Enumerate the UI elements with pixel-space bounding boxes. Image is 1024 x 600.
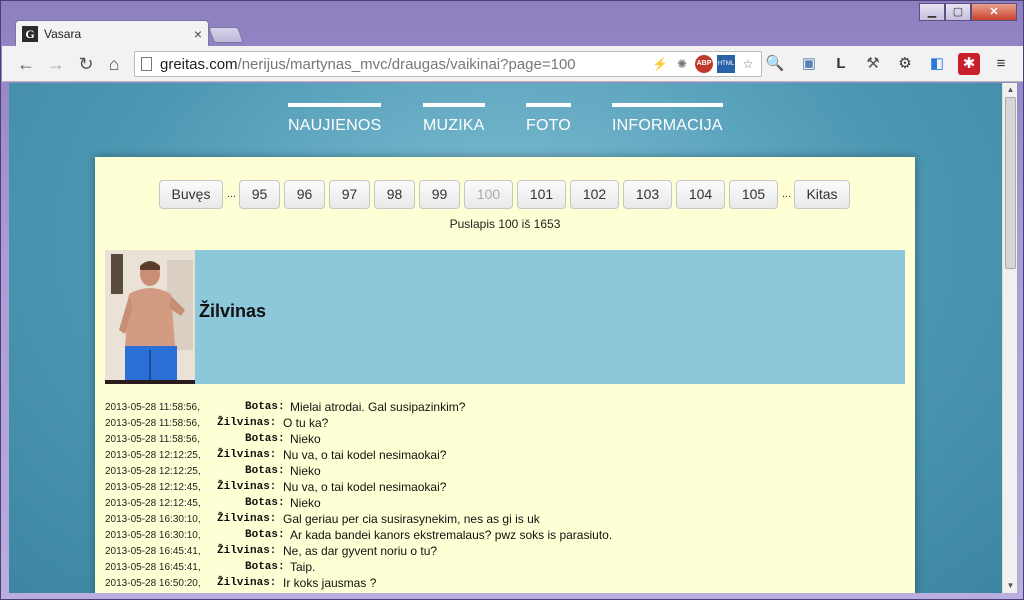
next-page-button[interactable]: Kitas: [794, 180, 850, 209]
address-bar[interactable]: greitas.com/nerijus/martynas_mvc/draugas…: [134, 51, 762, 77]
page-button-104[interactable]: 104: [676, 180, 725, 209]
chat-line: 2013-05-28 16:45:41, Botas: Taip.: [105, 560, 316, 574]
chat-line: 2013-05-28 12:12:45, Botas: Nieko: [105, 496, 321, 510]
reload-icon[interactable]: ↻: [72, 50, 100, 78]
blue-extension-icon[interactable]: ◧: [926, 53, 948, 75]
site-nav: NAUJIENOS MUZIKA FOTO INFORMACIJA: [9, 103, 1002, 143]
chat-line: 2013-05-28 12:12:45, Žilvinas: Nu va, o ta…: [105, 480, 447, 494]
chat-line: 2013-05-28 11:58:56, Botas: Mielai atrodai…: [105, 400, 466, 414]
url-path: /nerijus/martynas_mvc/draugas/vaikinai?p…: [237, 55, 576, 73]
chat-line: 2013-05-28 16:30:10, Botas: Ar kada bandei…: [105, 528, 613, 542]
browser-toolbar: ← → ↻ ⌂ greitas.com/nerijus/martynas_mvc…: [2, 46, 1023, 82]
profile-photo[interactable]: [105, 250, 195, 384]
html-validator-icon[interactable]: HTML: [717, 55, 735, 73]
page-button-96[interactable]: 96: [284, 180, 325, 209]
pager-ellipsis: ...: [227, 188, 237, 200]
profile-card: Žilvinas: [105, 250, 905, 384]
minimize-button[interactable]: ▁: [919, 3, 945, 21]
red-extension-icon[interactable]: ✱: [958, 53, 980, 75]
chat-line: 2013-05-28 16:45:41, Žilvinas: Ne, as dar …: [105, 544, 438, 558]
nav-muzika[interactable]: MUZIKA: [423, 103, 485, 135]
page-button-102[interactable]: 102: [570, 180, 619, 209]
new-tab-button[interactable]: [208, 27, 244, 43]
profile-photo-image: [105, 250, 195, 384]
bookmark-star-icon[interactable]: ☆: [739, 55, 757, 73]
nav-naujienos[interactable]: NAUJIENOS: [288, 103, 382, 135]
nav-foto[interactable]: FOTO: [526, 103, 571, 135]
scroll-up-icon[interactable]: ▲: [1003, 83, 1018, 97]
adblock-icon[interactable]: ABP: [695, 55, 713, 73]
page-button-103[interactable]: 103: [623, 180, 672, 209]
page-button-98[interactable]: 98: [374, 180, 415, 209]
page-button-99[interactable]: 99: [419, 180, 460, 209]
window-extension-icon[interactable]: ▣: [798, 53, 820, 75]
content-panel: Buvęs ... 95 96 97 98 99 100 101 102 103…: [95, 157, 915, 593]
chat-line: 2013-05-28 16:30:10, Žilvinas: Gal geriau …: [105, 512, 540, 526]
close-window-button[interactable]: ✕: [971, 3, 1017, 21]
page-icon: [141, 57, 152, 71]
menu-hamburger-icon[interactable]: ≡: [990, 53, 1012, 75]
pager-ellipsis-right: ...: [782, 188, 792, 200]
page-button-95[interactable]: 95: [239, 180, 280, 209]
chat-line: 2013-05-28 16:50:20, Žilvinas: Ir koks jau…: [105, 576, 377, 590]
back-arrow-icon[interactable]: ←: [12, 50, 40, 78]
page-button-97[interactable]: 97: [329, 180, 370, 209]
maximize-button[interactable]: ▢: [945, 3, 971, 21]
chat-line: 2013-05-28 11:58:56, Žilvinas: O tu ka?: [105, 416, 329, 430]
l-extension-icon[interactable]: L: [830, 53, 852, 75]
forward-arrow-icon[interactable]: →: [42, 50, 70, 78]
chat-line: 2013-05-28 12:12:25, Botas: Nieko: [105, 464, 321, 478]
tab-close-icon[interactable]: ×: [194, 26, 202, 42]
chat-log: 2013-05-28 11:58:56, Botas: Mielai atrodai…: [105, 400, 905, 592]
nav-informacija[interactable]: INFORMACIJA: [612, 103, 723, 135]
home-icon[interactable]: ⌂: [100, 50, 128, 78]
vertical-scrollbar[interactable]: ▲ ▼: [1002, 83, 1017, 593]
page-button-101[interactable]: 101: [517, 180, 566, 209]
magnifier-extension-icon[interactable]: 🔍: [764, 53, 786, 75]
chat-line: 2013-05-28 11:58:56, Botas: Nieko: [105, 432, 321, 446]
page-button-105[interactable]: 105: [729, 180, 778, 209]
browser-window: ▁ ▢ ✕ G Vasara × ← → ↻ ⌂ greitas.com/ner…: [0, 0, 1024, 600]
scroll-thumb[interactable]: [1005, 97, 1016, 269]
browser-tab[interactable]: G Vasara ×: [15, 20, 209, 46]
prev-page-button[interactable]: Buvęs: [159, 180, 223, 209]
profile-name: Žilvinas: [199, 301, 267, 321]
site-favicon-icon: G: [22, 25, 38, 42]
page-info: Puslapis 100 iš 1653: [449, 217, 561, 231]
scroll-down-icon[interactable]: ▼: [1003, 579, 1018, 593]
page-viewport: NAUJIENOS MUZIKA FOTO INFORMACIJA Buvęs …: [9, 83, 1002, 593]
settings-gear-icon[interactable]: ⚙: [894, 53, 916, 75]
pagination: Buvęs ... 95 96 97 98 99 100 101 102 103…: [95, 180, 915, 210]
tools-extension-icon[interactable]: ⚒: [862, 53, 884, 75]
tab-title: Vasara: [44, 26, 82, 41]
window-controls: ▁ ▢ ✕: [919, 3, 1017, 21]
lightning-icon[interactable]: ⚡: [651, 55, 669, 73]
page-button-100-current: 100: [464, 180, 513, 209]
url-host: greitas.com: [160, 55, 238, 73]
chat-line: 2013-05-28 12:12:25, Žilvinas: Nu va, o ta…: [105, 448, 447, 462]
extension-gear-icon[interactable]: ✺: [673, 55, 691, 73]
